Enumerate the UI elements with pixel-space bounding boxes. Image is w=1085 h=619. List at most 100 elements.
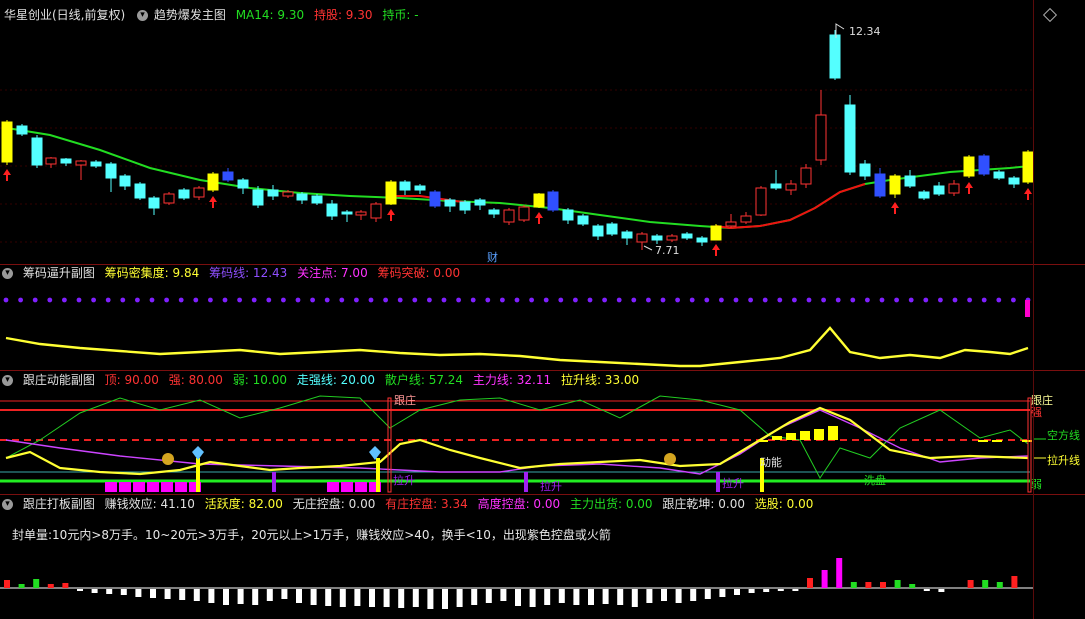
- candle-body: [636, 233, 648, 243]
- chip-dot: [762, 297, 768, 303]
- follow-panel-name[interactable]: 跟庄动能副图: [23, 373, 95, 387]
- pink-bar: [119, 482, 131, 492]
- purple-bar: [716, 472, 720, 492]
- chip-dot: [748, 297, 753, 303]
- retail-line: [5, 395, 1029, 479]
- chip-dot: [616, 297, 622, 303]
- candle-body: [874, 173, 886, 197]
- right-pull-label: 拉升线: [1047, 454, 1080, 467]
- chip-dot: [500, 297, 505, 303]
- volume-bar: [807, 578, 813, 588]
- follow-retail: 散户线: 57.24: [384, 373, 464, 387]
- volume-bar: [1011, 576, 1018, 588]
- candle-body: [755, 187, 767, 216]
- buy-arrow-icon: [535, 212, 543, 224]
- chip-dot: [587, 297, 593, 303]
- chip-dot: [894, 297, 899, 303]
- limit-menu-caret-icon[interactable]: ▾: [2, 499, 13, 510]
- diamond-icon: [369, 446, 381, 460]
- money-bag-icon: [664, 453, 676, 465]
- volume-bar: [865, 582, 872, 588]
- chip-dot: [777, 297, 783, 303]
- volume-bar: [690, 589, 697, 601]
- yellow-bar: [828, 426, 838, 440]
- signal-bar: [376, 458, 380, 492]
- volume-bar: [777, 589, 784, 591]
- candle-body: [518, 206, 530, 221]
- chip-dot: [835, 297, 841, 303]
- chip-dot: [485, 297, 491, 303]
- pull-label-3: 拉升: [722, 477, 744, 490]
- yellow-bar: [978, 440, 988, 442]
- chip-dot: [514, 297, 520, 303]
- chip-dot: [18, 297, 23, 303]
- chip-dot: [573, 297, 578, 303]
- volume-bar: [850, 582, 857, 588]
- candle-body: [163, 193, 175, 204]
- follow-top: 顶: 90.00: [104, 373, 159, 387]
- chip-dot: [324, 297, 330, 303]
- candle-body: [237, 179, 249, 189]
- candle-body: [770, 183, 782, 189]
- candle-body: [651, 235, 663, 241]
- volume-bar: [704, 589, 711, 599]
- candle-body: [547, 191, 559, 211]
- diamond-icon: [192, 446, 204, 460]
- chip-dot: [865, 297, 870, 303]
- chip-menu-caret-icon[interactable]: ▾: [2, 268, 13, 279]
- chip-dot: [806, 297, 812, 303]
- volume-bar: [354, 589, 361, 606]
- chip-dot: [719, 297, 724, 303]
- chip-dot: [558, 297, 564, 303]
- candle-body: [45, 157, 57, 165]
- chip-line: 筹码线: 12.43: [209, 266, 288, 280]
- limit-panel-name[interactable]: 跟庄打板副图: [23, 497, 95, 511]
- candle-body: [859, 163, 871, 177]
- pull-label-2: 拉升: [540, 480, 562, 493]
- volume-bar: [836, 558, 843, 588]
- yellow-bar: [992, 440, 1002, 442]
- volume-bar: [734, 589, 740, 595]
- price-chart[interactable]: [0, 0, 1085, 265]
- high-price-label: 12.34: [849, 25, 881, 38]
- pink-bar: [133, 482, 145, 492]
- candle-body: [355, 211, 367, 216]
- candle-body: [474, 199, 486, 206]
- candle-body: [740, 215, 752, 223]
- chip-dot: [646, 297, 651, 303]
- chip-panel-name[interactable]: 筹码逼升副图: [23, 266, 95, 280]
- buy-arrow-icon: [891, 202, 899, 214]
- candle-body: [90, 161, 102, 167]
- pink-bar: [105, 482, 117, 492]
- chip-chart[interactable]: [0, 282, 1085, 370]
- fin-tag[interactable]: 财: [487, 249, 498, 265]
- limit-panel-header: ▾ 跟庄打板副图 赚钱效应: 41.10 活跃度: 82.00 无庄控盘: 0.…: [0, 495, 819, 513]
- limit-chart[interactable]: [0, 540, 1085, 619]
- follow-pull-up: 拉升线: 33.00: [560, 373, 640, 387]
- chip-dot: [62, 297, 67, 303]
- candle-body: [1, 121, 13, 163]
- follow-menu-caret-icon[interactable]: ▾: [2, 375, 13, 386]
- volume-bar: [120, 589, 127, 595]
- rest-label: 洗盘: [864, 474, 886, 487]
- candle-body: [75, 160, 87, 166]
- chip-dot: [923, 297, 929, 303]
- volume-bar: [588, 589, 594, 605]
- candle-body: [963, 156, 975, 177]
- volume-bar: [485, 589, 492, 603]
- candle-body: [267, 189, 279, 197]
- volume-bar: [150, 589, 156, 598]
- volume-bar: [631, 589, 638, 607]
- main-out: 主力出货: 0.00: [569, 497, 653, 511]
- candle-body: [414, 185, 426, 191]
- right-boundary: [1033, 0, 1034, 619]
- chip-dot: [427, 297, 432, 303]
- main-force-line: [5, 409, 1029, 475]
- volume-bar: [675, 589, 682, 603]
- follow-marker-bar: [387, 397, 392, 493]
- candle-body: [60, 158, 72, 164]
- signal-bar: [196, 458, 200, 492]
- pink-bar: [161, 482, 173, 492]
- volume-bar: [164, 589, 171, 599]
- volume-bar: [573, 589, 580, 605]
